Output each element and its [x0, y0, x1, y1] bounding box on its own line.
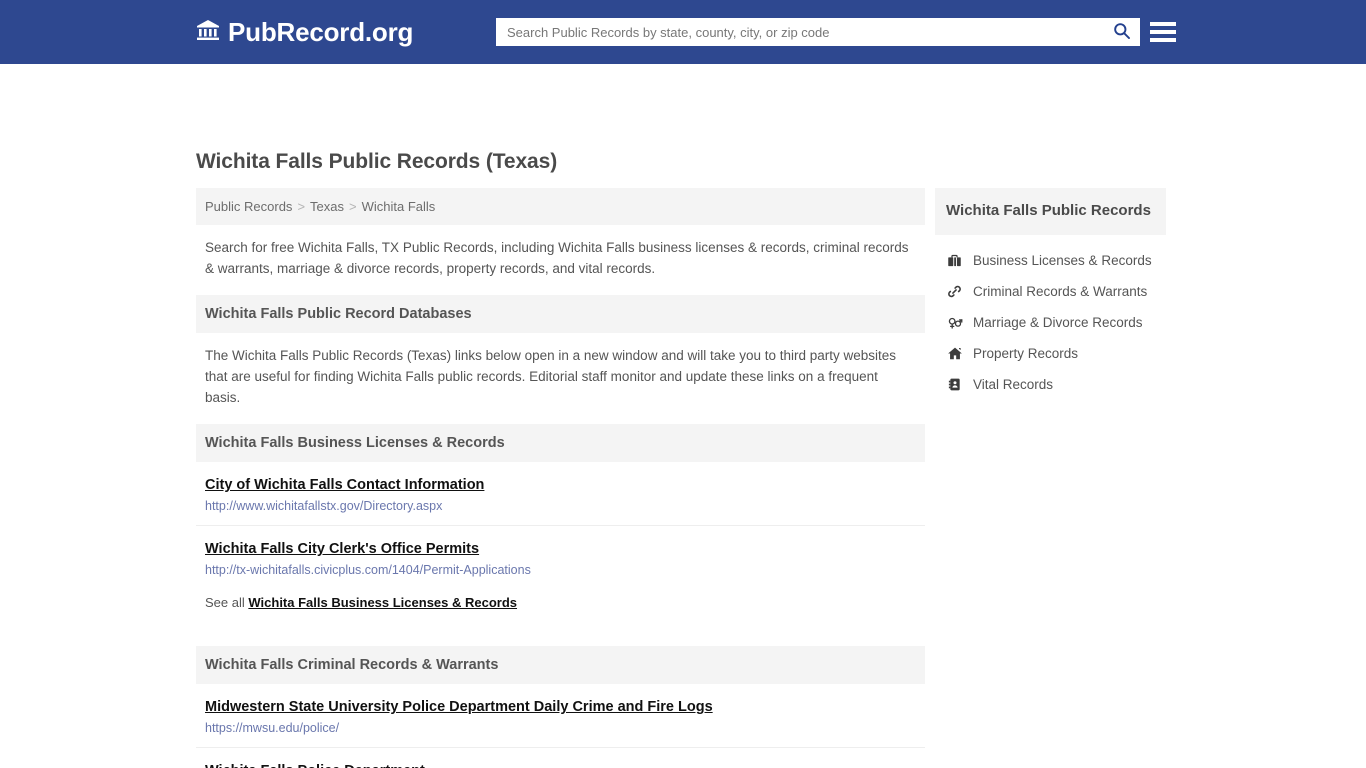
breadcrumb-item-public-records[interactable]: Public Records: [205, 199, 292, 214]
search-button[interactable]: [1103, 19, 1139, 45]
see-all-business-licenses: See all Wichita Falls Business Licenses …: [196, 589, 925, 624]
sidebar-list-item: Vital Records: [935, 369, 1166, 400]
hamburger-menu-icon-bar: [1150, 30, 1176, 34]
entry-title-link[interactable]: City of Wichita Falls Contact Informatio…: [205, 477, 484, 493]
site-logo-text: PubRecord.org: [228, 17, 414, 47]
chain-link-icon: [946, 284, 963, 299]
sidebar-item-business-licenses[interactable]: Business Licenses & Records: [935, 245, 1166, 276]
content-layout: Public Records > Texas > Wichita Falls Searc…: [196, 188, 1166, 768]
entry-title-link[interactable]: Wichita Falls Police Department: [205, 763, 425, 768]
venus-mars-icon: [946, 315, 963, 330]
sidebar-item-label: Property Records: [973, 346, 1079, 361]
search-bar: [496, 18, 1140, 46]
sidebar-item-property-records[interactable]: Property Records: [935, 338, 1166, 369]
sidebar-item-label: Vital Records: [973, 377, 1054, 392]
entry-list-business-licenses: City of Wichita Falls Contact Informatio…: [196, 462, 925, 589]
id-card-icon: [946, 377, 963, 392]
site-header: PubRecord.org: [0, 0, 1366, 64]
section-heading-business-licenses: Wichita Falls Business Licenses & Record…: [196, 424, 925, 462]
sidebar-heading: Wichita Falls Public Records: [935, 188, 1166, 235]
databases-paragraph: The Wichita Falls Public Records (Texas)…: [205, 348, 897, 405]
entry-url-link[interactable]: https://mwsu.edu/police/: [205, 721, 916, 735]
page-title: Wichita Falls Public Records (Texas): [196, 150, 558, 173]
sidebar-nav: Business Licenses & Records Criminal Rec: [935, 235, 1166, 400]
briefcase-icon: [946, 253, 963, 268]
list-item: City of Wichita Falls Contact Informatio…: [196, 462, 925, 526]
sidebar-list-item: Property Records: [935, 338, 1166, 369]
see-all-link[interactable]: Wichita Falls Business Licenses & Record…: [248, 595, 517, 610]
breadcrumb-separator: >: [349, 199, 357, 214]
site-logo[interactable]: PubRecord.org: [196, 18, 413, 47]
entry-title-link[interactable]: Midwestern State University Police Depar…: [205, 699, 713, 715]
sidebar-item-vital-records[interactable]: Vital Records: [935, 369, 1166, 400]
sidebar: Wichita Falls Public Records Business Li…: [935, 188, 1166, 400]
sidebar-list-item: Criminal Records & Warrants: [935, 276, 1166, 307]
entry-url-link[interactable]: http://tx-wichitafalls.civicplus.com/140…: [205, 563, 916, 577]
list-item: Midwestern State University Police Depar…: [196, 684, 925, 748]
breadcrumb-item-texas[interactable]: Texas: [310, 199, 344, 214]
sidebar-item-criminal-records[interactable]: Criminal Records & Warrants: [935, 276, 1166, 307]
list-item: Wichita Falls City Clerk's Office Permit…: [196, 526, 925, 589]
breadcrumb-separator: >: [297, 199, 306, 214]
entry-title-link[interactable]: Wichita Falls City Clerk's Office Permit…: [205, 541, 479, 557]
search-icon: [1112, 21, 1131, 43]
sidebar-item-marriage-divorce[interactable]: Marriage & Divorce Records: [935, 307, 1166, 338]
sidebar-item-label: Marriage & Divorce Records: [973, 315, 1143, 330]
sidebar-list-item: Marriage & Divorce Records: [935, 307, 1166, 338]
hamburger-menu-icon-bar: [1150, 22, 1176, 26]
databases-heading: Wichita Falls Public Record Databases: [196, 295, 925, 333]
sidebar-item-label: Business Licenses & Records: [973, 253, 1152, 268]
main-content: Public Records > Texas > Wichita Falls Searc…: [196, 188, 925, 768]
sidebar-list-item: Business Licenses & Records: [935, 245, 1166, 276]
see-all-prefix: See all: [205, 595, 249, 610]
list-item: Wichita Falls Police Department http://w…: [196, 748, 925, 768]
breadcrumb-item-wichita-falls[interactable]: Wichita Falls: [362, 199, 436, 214]
entry-list-criminal-records: Midwestern State University Police Depar…: [196, 684, 925, 768]
breadcrumb: Public Records > Texas > Wichita Falls: [196, 188, 925, 225]
bank-building-icon: [196, 18, 220, 47]
home-icon: [946, 346, 963, 361]
hamburger-menu-icon-bar: [1150, 38, 1176, 42]
search-input[interactable]: [497, 19, 1103, 45]
hamburger-menu-button[interactable]: [1150, 18, 1176, 46]
sidebar-item-label: Criminal Records & Warrants: [973, 284, 1148, 299]
entry-url-link[interactable]: http://www.wichitafallstx.gov/Directory.…: [205, 499, 916, 513]
section-heading-criminal-records: Wichita Falls Criminal Records & Warrant…: [196, 646, 925, 684]
intro-paragraph: Search for free Wichita Falls, TX Public…: [205, 240, 909, 276]
